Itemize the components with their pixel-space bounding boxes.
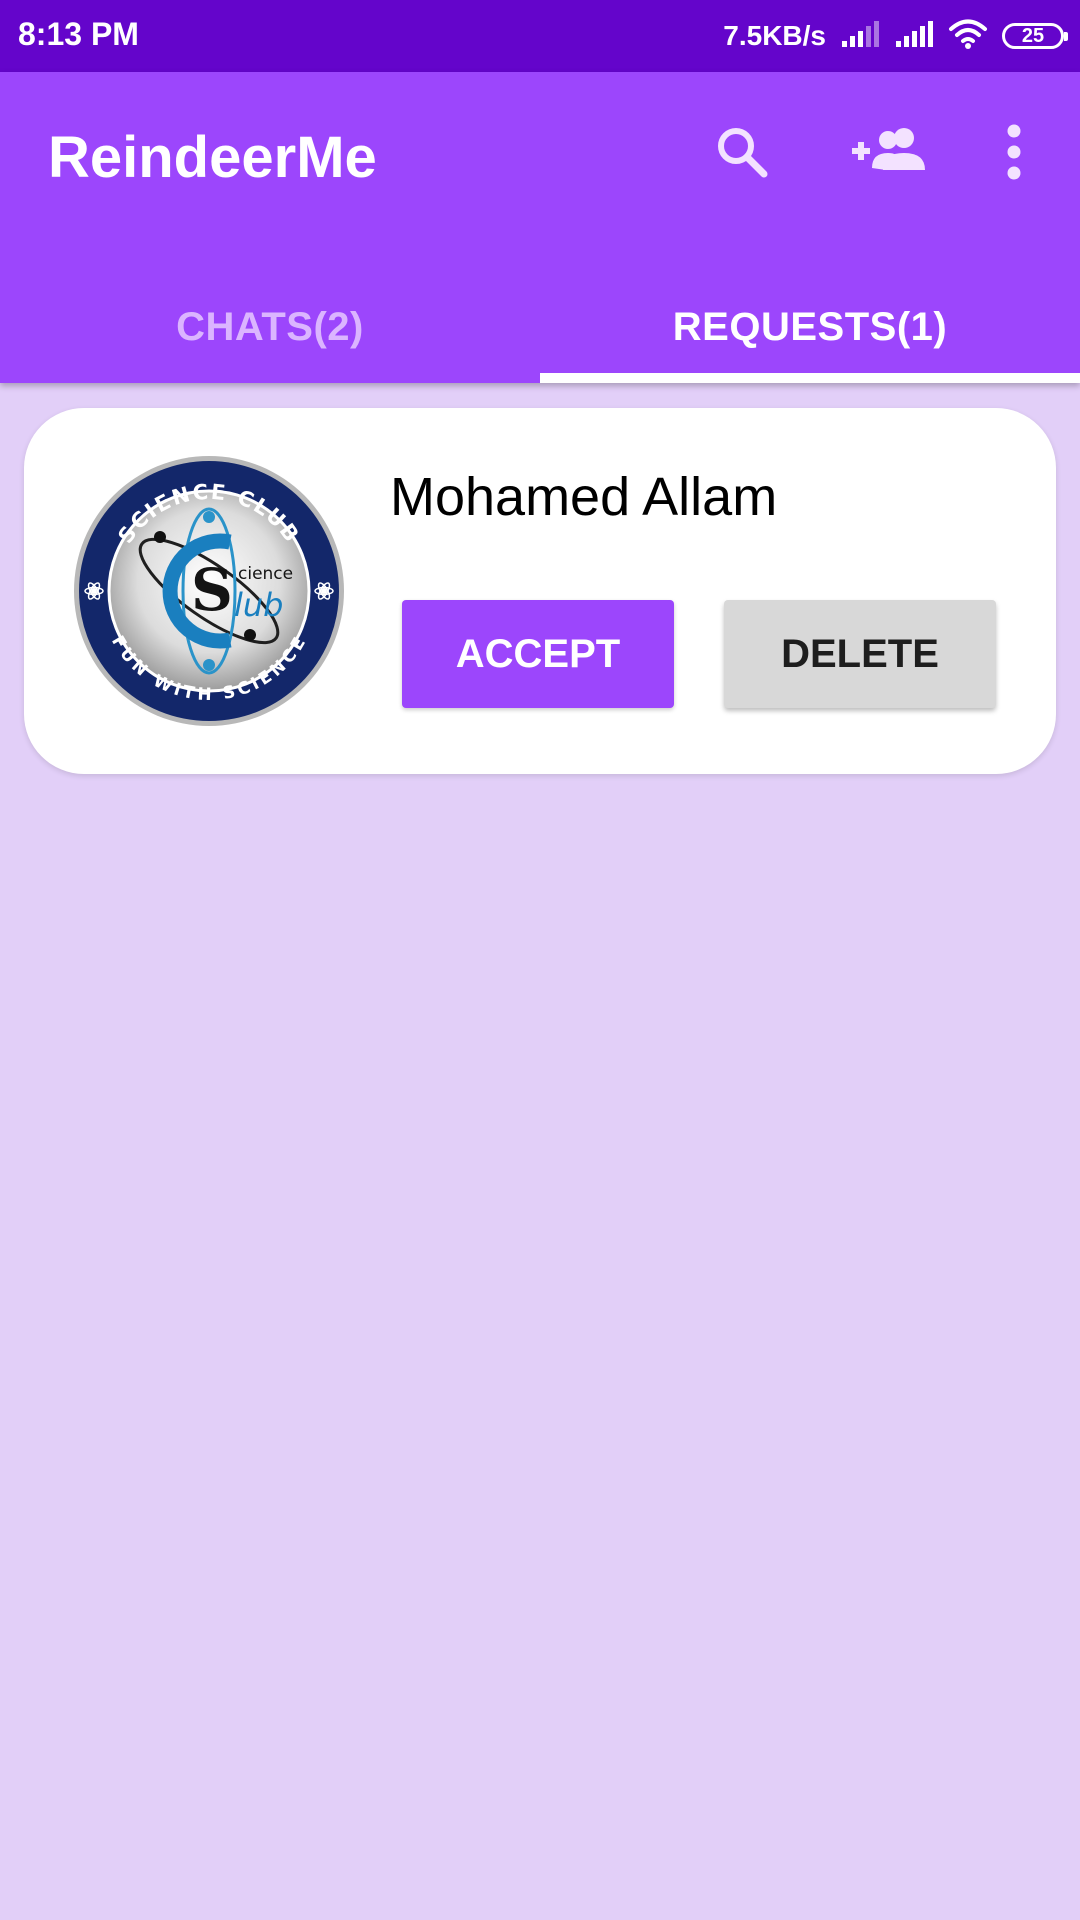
accept-button-label: ACCEPT	[455, 631, 621, 676]
battery-icon: 25	[1002, 23, 1068, 49]
avatar: SCIENCE CLUB FUN WITH SCIENCE S cience l…	[72, 454, 346, 728]
tab-requests[interactable]: REQUESTS(1)	[540, 272, 1080, 383]
status-time: 8:13 PM	[18, 16, 139, 52]
add-friend-icon[interactable]	[850, 116, 928, 188]
status-indicators: 7.5KB/s 25	[723, 14, 1068, 58]
delete-button[interactable]: DELETE	[724, 600, 996, 708]
tab-bar: CHATS(2) REQUESTS(1)	[0, 272, 1080, 383]
search-icon[interactable]	[706, 116, 778, 188]
app-title: ReindeerMe	[48, 125, 377, 190]
tab-chats[interactable]: CHATS(2)	[0, 272, 540, 383]
accept-button[interactable]: ACCEPT	[402, 600, 674, 708]
delete-button-label: DELETE	[781, 631, 939, 676]
tab-chats-label: CHATS(2)	[176, 305, 364, 349]
app-bar: ReindeerMe CHATS(2) REQUESTS(1)	[0, 72, 1080, 383]
more-vert-icon[interactable]	[978, 116, 1050, 188]
svg-text:S: S	[191, 556, 233, 624]
status-bar: 8:13 PM 7.5KB/s 25	[0, 0, 1080, 72]
tab-requests-label: REQUESTS(1)	[672, 305, 948, 349]
signal-weak-icon	[840, 19, 880, 54]
signal-icon	[894, 19, 934, 54]
svg-text:cience: cience	[238, 564, 293, 584]
requester-name: Mohamed Allam	[390, 467, 778, 527]
tab-indicator	[540, 373, 1080, 383]
network-speed: 7.5KB/s	[723, 20, 826, 51]
request-card: SCIENCE CLUB FUN WITH SCIENCE S cience l…	[24, 408, 1056, 774]
svg-text:lub: lub	[234, 586, 283, 624]
wifi-icon	[948, 18, 988, 55]
